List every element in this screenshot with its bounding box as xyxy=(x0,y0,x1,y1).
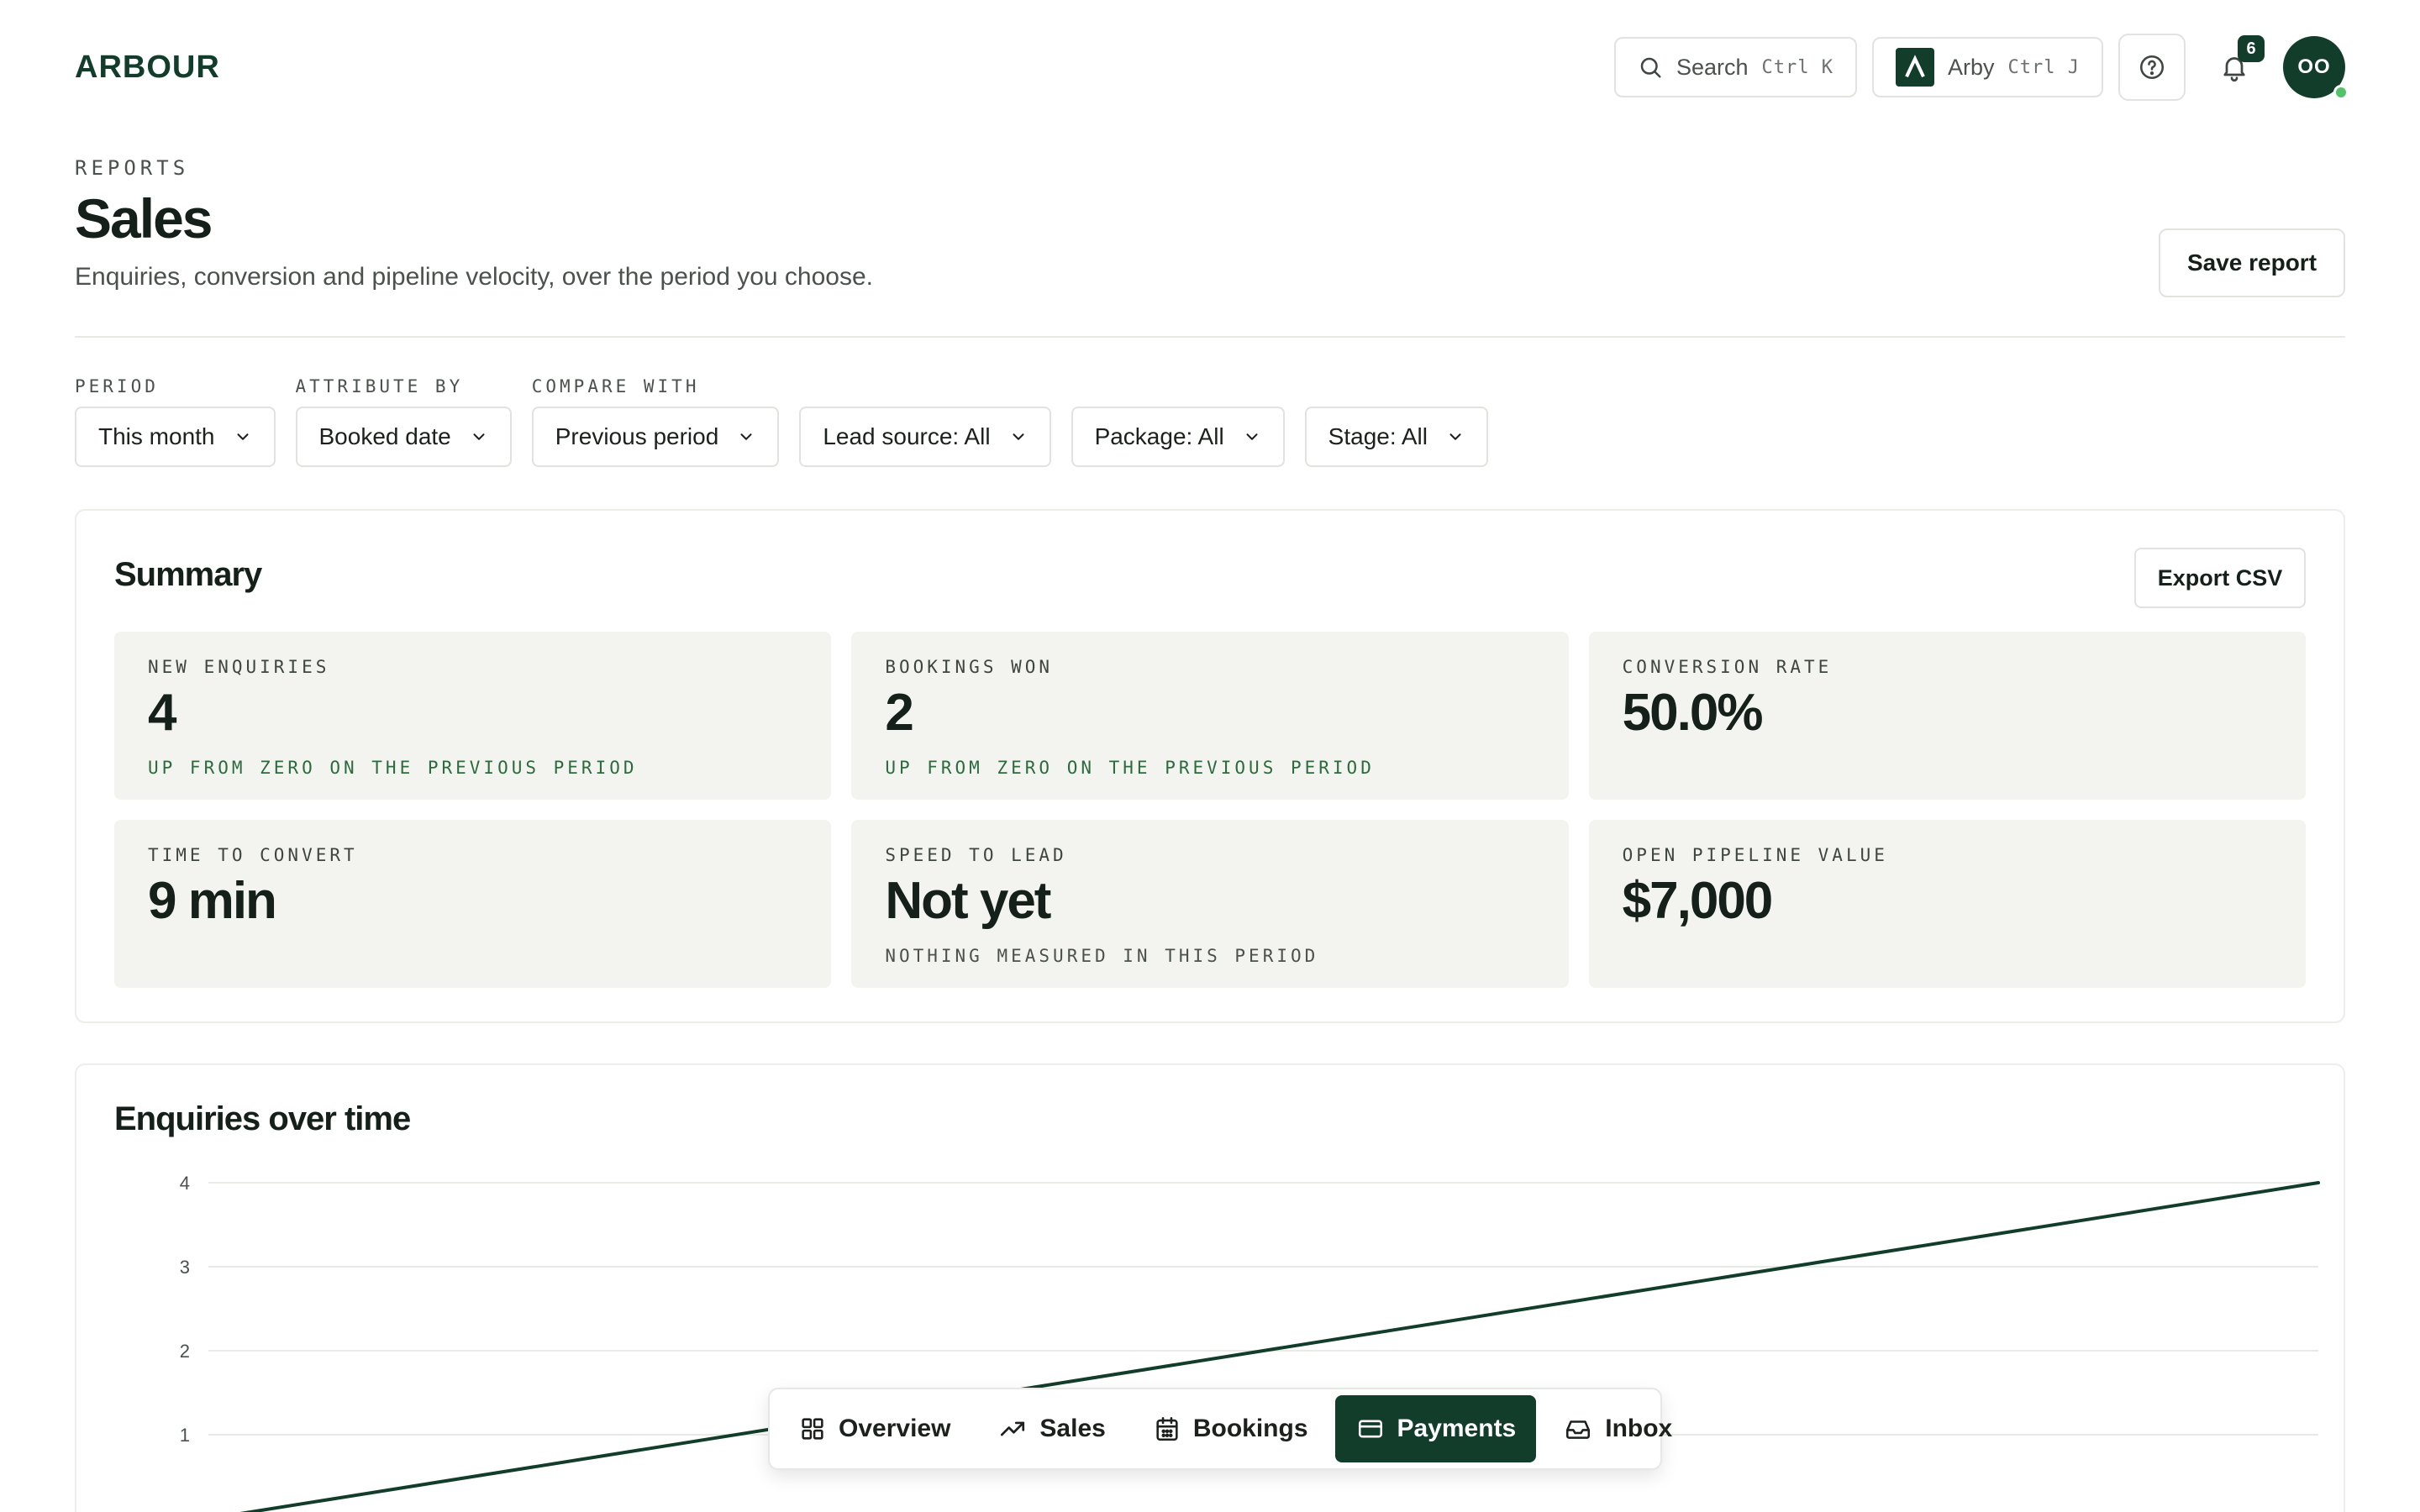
assistant-button[interactable]: Arby Ctrl J xyxy=(1871,37,2103,97)
assistant-shortcut: Ctrl J xyxy=(2007,56,2080,78)
nav-label: Sales xyxy=(1039,1415,1106,1442)
nav-inbox[interactable]: Inbox xyxy=(1543,1395,1692,1462)
nav-label: Bookings xyxy=(1192,1415,1308,1442)
help-button[interactable] xyxy=(2118,34,2186,101)
metric-value: 50.0% xyxy=(1622,684,1764,742)
metric-bookings-won: BOOKINGS WON 2 UP FROM ZERO ON THE PREVI… xyxy=(851,632,1569,800)
compare-with-dropdown[interactable]: Previous period xyxy=(531,407,780,467)
filter-label: ATTRIBUTE BY xyxy=(295,376,464,396)
bottom-nav: Overview Sales Bookings Payments Inbox xyxy=(768,1388,1672,1470)
metric-label: NEW ENQUIRIES xyxy=(148,657,330,677)
metric-note: UP FROM ZERO ON THE PREVIOUS PERIOD xyxy=(885,758,1375,778)
avatar-initials: OO xyxy=(2297,55,2331,78)
metric-note: NOTHING MEASURED IN THIS PERIOD xyxy=(885,946,1319,966)
metric-label: OPEN PIPELINE VALUE xyxy=(1622,845,1888,865)
metric-note: UP FROM ZERO ON THE PREVIOUS PERIOD xyxy=(148,758,638,778)
nav-label: Payments xyxy=(1397,1415,1517,1442)
filter-label: PERIOD xyxy=(75,376,159,396)
search-label: Search xyxy=(1676,54,1749,80)
chevron-down-icon xyxy=(1009,428,1028,446)
summary-title: Summary xyxy=(114,556,262,593)
metric-speed-to-lead: SPEED TO LEAD Not yet NOTHING MEASURED I… xyxy=(851,820,1569,988)
filter-attribute-by: ATTRIBUTE BY Booked date xyxy=(295,376,512,467)
metric-value: $7,000 xyxy=(1622,872,1774,930)
chevron-down-icon xyxy=(234,428,252,446)
metric-label: SPEED TO LEAD xyxy=(885,845,1067,865)
page-title: Sales xyxy=(75,187,213,249)
metric-value: 4 xyxy=(148,684,176,742)
breadcrumb: REPORTS xyxy=(75,156,190,180)
app-logo[interactable]: ARBOUR xyxy=(75,50,220,86)
metric-value: Not yet xyxy=(885,872,1051,930)
top-actions: Search Ctrl K Arby Ctrl J 6 OO xyxy=(1613,34,2349,101)
nav-label: Inbox xyxy=(1605,1415,1673,1442)
chevron-down-icon xyxy=(1243,428,1261,446)
nav-bookings[interactable]: Bookings xyxy=(1133,1395,1328,1462)
nav-payments[interactable]: Payments xyxy=(1334,1395,1537,1462)
card-icon xyxy=(1355,1415,1386,1443)
metric-conversion-rate: CONVERSION RATE 50.0% xyxy=(1588,632,2306,800)
y-tick-label: 3 xyxy=(180,1257,190,1278)
metric-time-to-convert: TIME TO CONVERT 9 min xyxy=(114,820,832,988)
y-tick-label: 1 xyxy=(180,1425,190,1446)
period-dropdown[interactable]: This month xyxy=(75,407,276,467)
stage-dropdown[interactable]: Stage: All xyxy=(1304,407,1488,467)
inbox-icon xyxy=(1563,1415,1593,1443)
help-icon xyxy=(2138,53,2166,81)
calendar-icon xyxy=(1153,1415,1181,1443)
filter-bar: PERIOD This month ATTRIBUTE BY Booked da… xyxy=(75,376,1488,467)
package-dropdown[interactable]: Package: All xyxy=(1071,407,1285,467)
assistant-label: Arby xyxy=(1947,54,1995,80)
lead-source-dropdown[interactable]: Lead source: All xyxy=(799,407,1051,467)
attribute-by-dropdown[interactable]: Booked date xyxy=(295,407,512,467)
nav-overview[interactable]: Overview xyxy=(778,1395,971,1462)
save-report-button[interactable]: Save report xyxy=(2159,228,2345,297)
metric-label: TIME TO CONVERT xyxy=(148,845,358,865)
dropdown-value: Lead source: All xyxy=(823,423,991,449)
filter-label: COMPARE WITH xyxy=(531,376,700,396)
metric-label: BOOKINGS WON xyxy=(885,657,1054,677)
y-tick-label: 2 xyxy=(180,1341,190,1362)
filter-stage: Stage: All xyxy=(1304,407,1488,467)
metrics-grid: NEW ENQUIRIES 4 UP FROM ZERO ON THE PREV… xyxy=(114,632,2306,988)
filter-package: Package: All xyxy=(1071,407,1285,467)
chevron-down-icon xyxy=(470,428,488,446)
metric-value: 9 min xyxy=(148,872,277,930)
metric-new-enquiries: NEW ENQUIRIES 4 UP FROM ZERO ON THE PREV… xyxy=(114,632,832,800)
dropdown-value: Booked date xyxy=(318,423,451,449)
header-divider xyxy=(75,336,2345,338)
summary-card: Summary Export CSV NEW ENQUIRIES 4 UP FR… xyxy=(75,509,2345,1023)
arby-logo-icon xyxy=(1895,48,1934,87)
filter-lead-source: Lead source: All xyxy=(799,407,1051,467)
top-bar: ARBOUR Search Ctrl K Arby Ctrl J 6 OO xyxy=(75,34,2349,101)
trend-up-icon xyxy=(997,1415,1028,1443)
metric-value: 2 xyxy=(885,684,913,742)
dropdown-value: Stage: All xyxy=(1328,423,1428,449)
filter-period: PERIOD This month xyxy=(75,376,276,467)
notification-count-badge: 6 xyxy=(2238,35,2265,62)
dropdown-value: Previous period xyxy=(555,423,719,449)
user-avatar[interactable]: OO xyxy=(2283,36,2349,100)
metric-label: CONVERSION RATE xyxy=(1622,657,1833,677)
search-shortcut: Ctrl K xyxy=(1761,56,1833,78)
dropdown-value: Package: All xyxy=(1094,423,1224,449)
page-subtitle: Enquiries, conversion and pipeline veloc… xyxy=(75,263,874,291)
online-status-dot xyxy=(2333,85,2349,100)
search-icon xyxy=(1638,55,1663,80)
search-button[interactable]: Search Ctrl K xyxy=(1613,37,1857,97)
chevron-down-icon xyxy=(737,428,755,446)
dropdown-value: This month xyxy=(98,423,215,449)
filter-compare-with: COMPARE WITH Previous period xyxy=(531,376,780,467)
nav-label: Overview xyxy=(839,1415,951,1442)
y-tick-label: 0 xyxy=(180,1509,190,1512)
nav-sales[interactable]: Sales xyxy=(977,1395,1125,1462)
notifications-button[interactable]: 6 xyxy=(2201,34,2268,101)
y-tick-label: 4 xyxy=(180,1173,190,1194)
grid-icon xyxy=(798,1415,827,1443)
chevron-down-icon xyxy=(1446,428,1465,446)
export-csv-button[interactable]: Export CSV xyxy=(2134,548,2306,608)
metric-open-pipeline-value: OPEN PIPELINE VALUE $7,000 xyxy=(1588,820,2306,988)
